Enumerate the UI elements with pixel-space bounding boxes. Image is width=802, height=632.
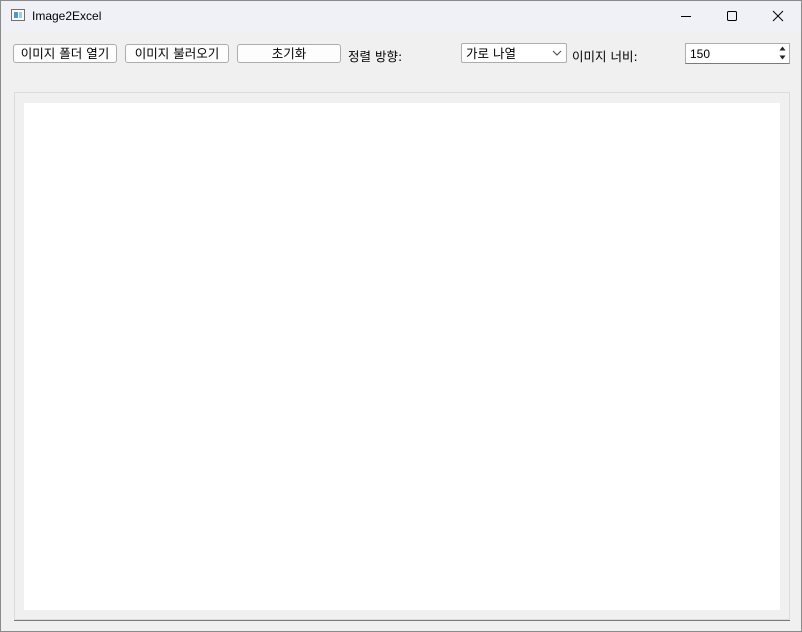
app-window: Image2Excel 이미지 폴더 열기 이미지 불러오기 초기화 정렬 방향… — [0, 0, 802, 632]
chevron-down-icon — [552, 50, 562, 56]
close-icon — [772, 10, 784, 22]
window-title: Image2Excel — [32, 9, 102, 23]
status-divider — [14, 620, 790, 621]
minimize-button[interactable] — [663, 1, 709, 31]
arrow-up-icon — [779, 46, 786, 51]
sort-direction-value: 가로 나열 — [466, 46, 516, 61]
spin-down-button[interactable] — [776, 54, 788, 62]
spin-up-button[interactable] — [776, 45, 788, 53]
sort-direction-select[interactable]: 가로 나열 — [461, 43, 567, 63]
sort-direction-label: 정렬 방향: — [348, 49, 403, 64]
image-scroll-area[interactable] — [14, 92, 790, 620]
maximize-button[interactable] — [709, 1, 755, 31]
app-window-icon — [11, 9, 25, 21]
arrow-down-icon — [779, 55, 786, 60]
image-width-label: 이미지 너비: — [572, 49, 638, 64]
open-image-folder-button[interactable]: 이미지 폴더 열기 — [13, 44, 117, 63]
reset-button[interactable]: 초기화 — [237, 44, 341, 63]
maximize-icon — [727, 11, 737, 21]
image-width-spinbox[interactable]: 150 — [685, 43, 790, 64]
image-width-value: 150 — [690, 47, 711, 61]
load-images-button[interactable]: 이미지 불러오기 — [125, 44, 229, 63]
minimize-icon — [681, 16, 691, 17]
close-button[interactable] — [755, 1, 801, 31]
image-canvas — [24, 103, 780, 610]
title-bar[interactable]: Image2Excel — [1, 1, 801, 31]
